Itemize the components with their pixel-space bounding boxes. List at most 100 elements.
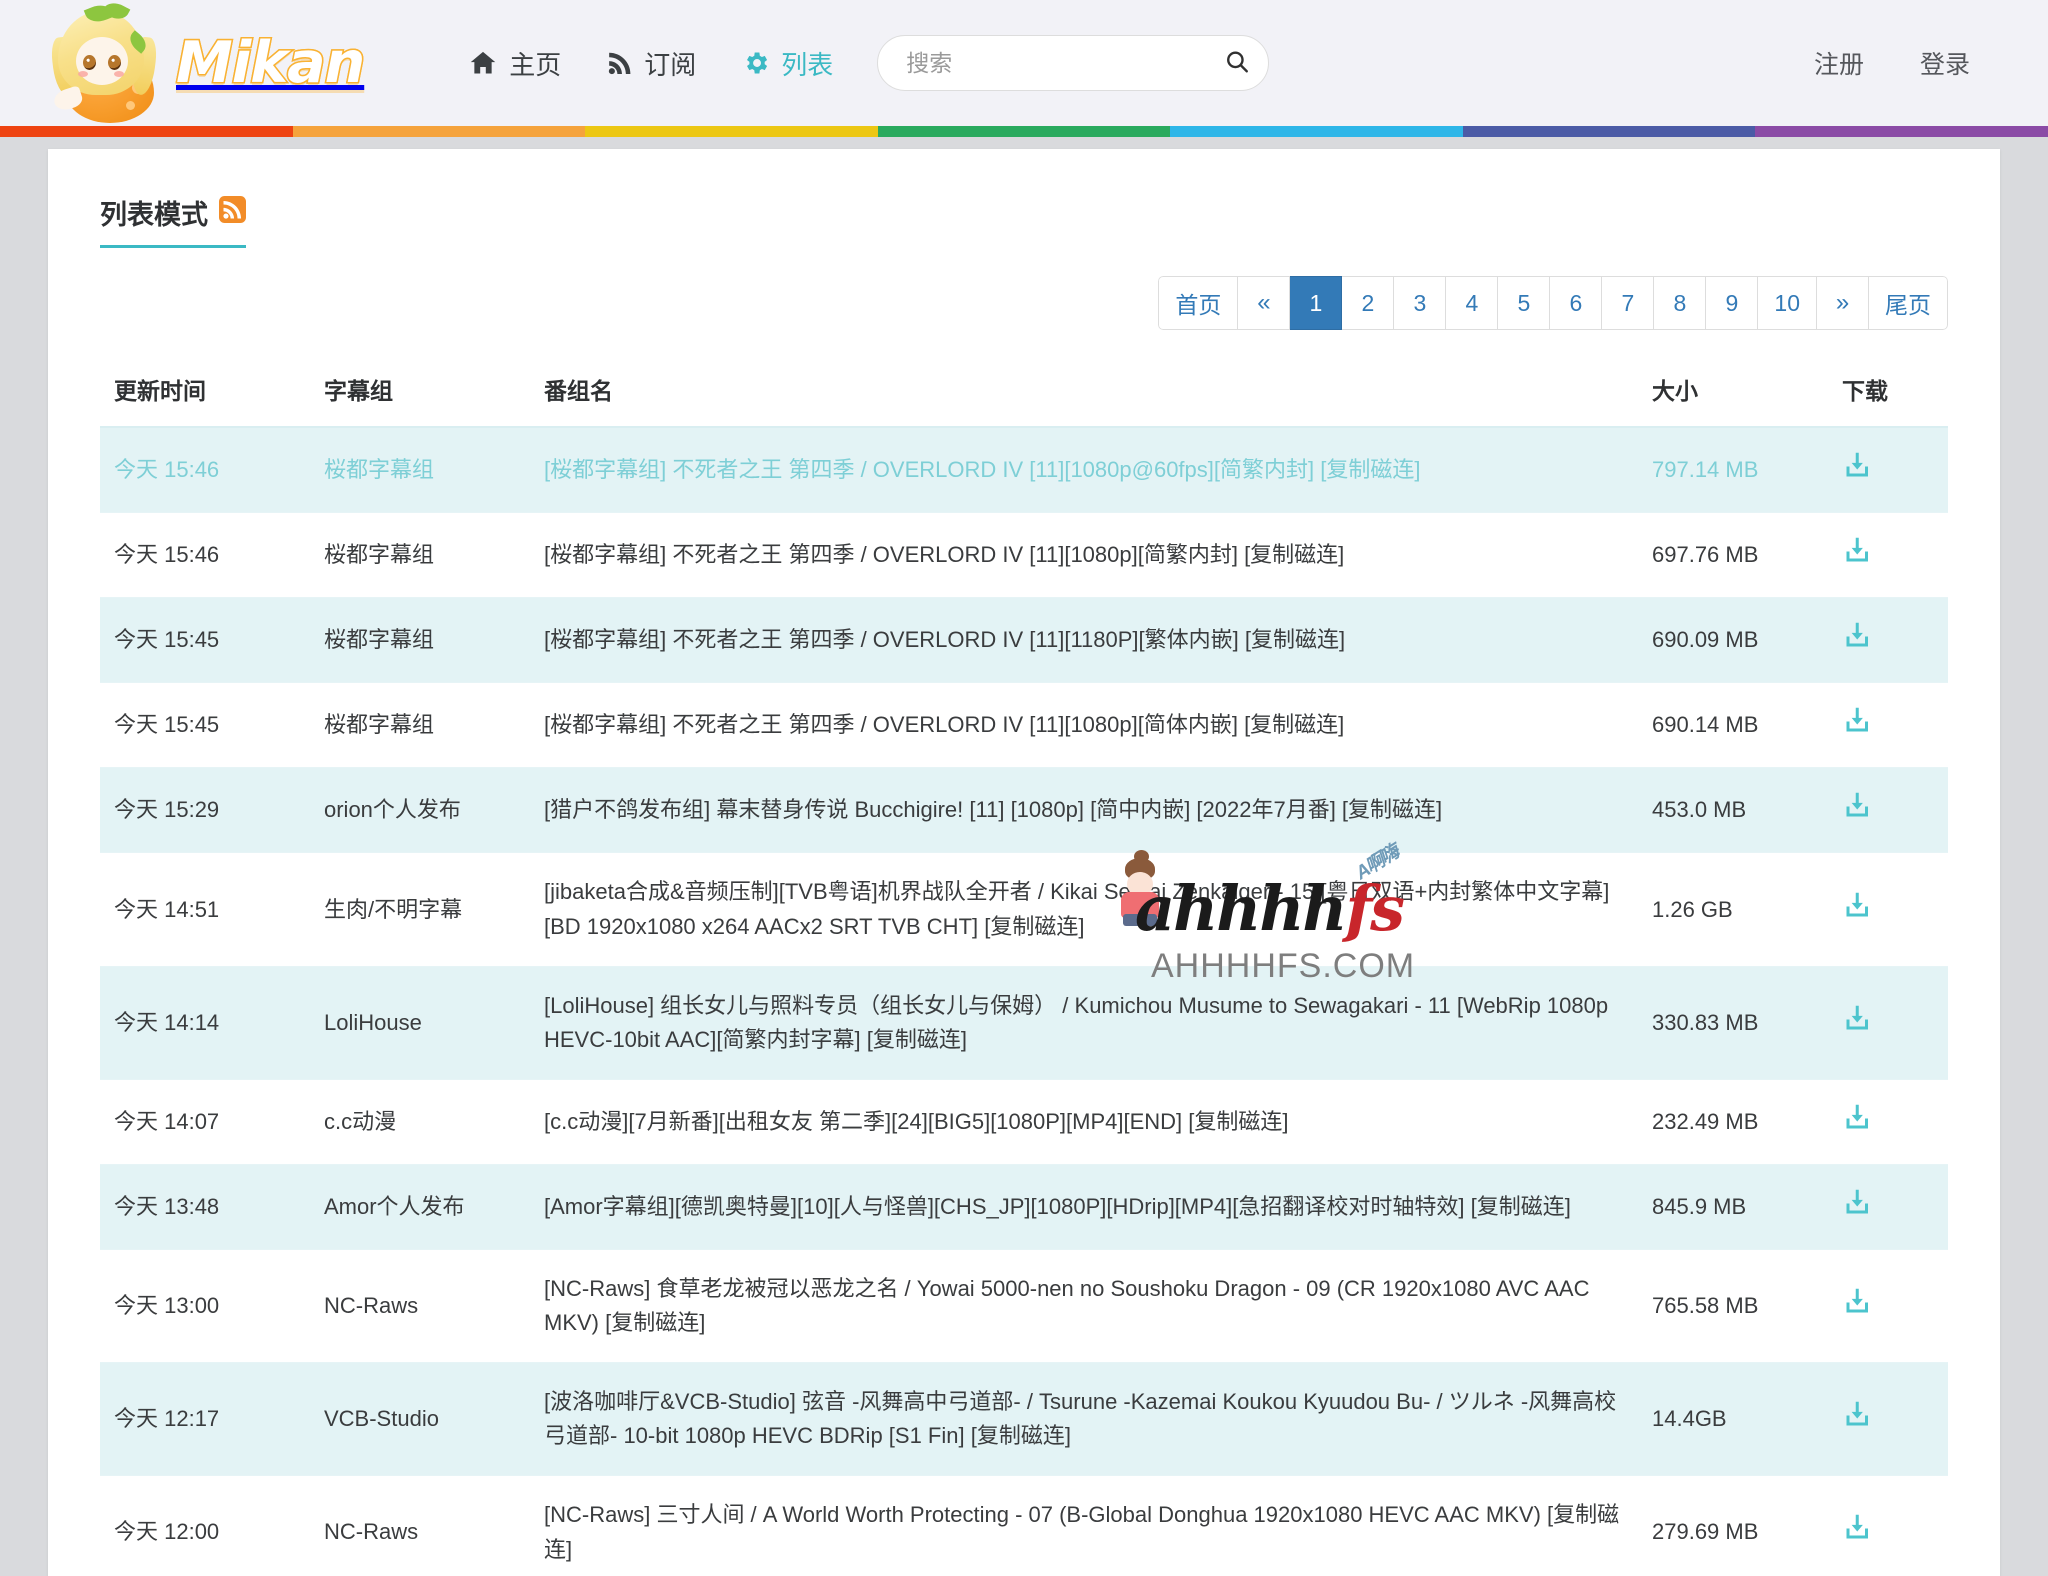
torrent-title-link[interactable]: [NC-Raws] 三寸人间 / A World Worth Protectin… bbox=[544, 1502, 1619, 1561]
page-title-text: 列表模式 bbox=[100, 200, 208, 230]
cell-download bbox=[1828, 966, 1948, 1080]
rainbow-segment-5 bbox=[1170, 126, 1463, 137]
cell-title: [桜都字幕组] 不死者之王 第四季 / OVERLORD IV [11][108… bbox=[530, 427, 1638, 514]
cell-title: [猎户不鸽发布组] 幕末替身传说 Bucchigire! [11] [1080p… bbox=[530, 767, 1638, 854]
nav-item-subscribe[interactable]: 订阅 bbox=[607, 45, 696, 82]
torrent-title-link[interactable]: [NC-Raws] 食草老龙被冠以恶龙之名 / Yowai 5000-nen n… bbox=[544, 1276, 1589, 1335]
download-icon[interactable] bbox=[1842, 705, 1872, 745]
pagination-prev[interactable]: « bbox=[1238, 276, 1291, 330]
pagination-page-5[interactable]: 5 bbox=[1498, 276, 1551, 330]
search-button[interactable] bbox=[1224, 49, 1250, 78]
rss-feed-icon[interactable] bbox=[219, 195, 246, 230]
torrent-title-link[interactable]: [桜都字幕组] 不死者之王 第四季 / OVERLORD IV [11][108… bbox=[544, 542, 1344, 567]
cell-subtitle-group: LoliHouse bbox=[310, 966, 530, 1080]
pagination-page-4[interactable]: 4 bbox=[1446, 276, 1499, 330]
download-icon[interactable] bbox=[1842, 1102, 1872, 1142]
cell-subtitle-group: 桜都字幕组 bbox=[310, 512, 530, 599]
torrent-title-link[interactable]: [桜都字幕组] 不死者之王 第四季 / OVERLORD IV [11][118… bbox=[544, 627, 1345, 652]
pagination-first[interactable]: 首页 bbox=[1158, 276, 1239, 330]
cell-update-time: 今天 15:45 bbox=[100, 682, 310, 769]
cell-size: 330.83 MB bbox=[1638, 966, 1828, 1080]
mikan-mascot-icon bbox=[40, 0, 168, 123]
cell-download bbox=[1828, 1079, 1948, 1165]
torrent-title-link[interactable]: [Amor字幕组][德凯奥特曼][10][人与怪兽][CHS_JP][1080P… bbox=[544, 1194, 1571, 1219]
cell-update-time: 今天 12:17 bbox=[100, 1362, 310, 1477]
table-head: 更新时间 字幕组 番组名 大小 下载 bbox=[100, 352, 1948, 428]
table-row[interactable]: 今天 15:29 orion个人发布 [猎户不鸽发布组] 幕末替身传说 Bucchi… bbox=[100, 767, 1948, 854]
table-row[interactable]: 今天 12:17 VCB-Studio [波洛咖啡厅&VCB-Studio] 弦音 … bbox=[100, 1362, 1948, 1477]
cell-title: [桜都字幕组] 不死者之王 第四季 / OVERLORD IV [11][118… bbox=[530, 597, 1638, 684]
cell-update-time: 今天 15:45 bbox=[100, 597, 310, 684]
page-body: 列表模式 首页 «1 2 3 4 5 6 7 8 9 10» 尾页 更新时间 字幕 bbox=[0, 137, 2048, 1576]
pagination-page-3[interactable]: 3 bbox=[1394, 276, 1447, 330]
nav-item-list[interactable]: 列表 bbox=[742, 45, 833, 82]
table-row[interactable]: 今天 14:07 c.c动漫 [c.c动漫][7月新番][出租女友 第二季][24]… bbox=[100, 1079, 1948, 1165]
pagination-page-6[interactable]: 6 bbox=[1550, 276, 1603, 330]
cell-title: [Amor字幕组][德凯奥特曼][10][人与怪兽][CHS_JP][1080P… bbox=[530, 1164, 1638, 1251]
cell-update-time: 今天 15:29 bbox=[100, 767, 310, 854]
site-logo-link[interactable]: Mikan bbox=[40, 0, 367, 126]
cell-subtitle-group: orion个人发布 bbox=[310, 767, 530, 854]
table-row[interactable]: 今天 15:46 桜都字幕组 [桜都字幕组] 不死者之王 第四季 / OVERLOR… bbox=[100, 512, 1948, 599]
cell-download bbox=[1828, 427, 1948, 514]
table-row[interactable]: 今天 14:14 LoliHouse [LoliHouse] 组长女儿与照料专员（组… bbox=[100, 966, 1948, 1080]
download-icon[interactable] bbox=[1842, 535, 1872, 575]
rainbow-segment-7 bbox=[1755, 126, 2048, 137]
pagination-page-2[interactable]: 2 bbox=[1342, 276, 1395, 330]
torrent-title-link[interactable]: [LoliHouse] 组长女儿与照料专员（组长女儿与保姆） / Kumicho… bbox=[544, 993, 1608, 1052]
download-icon[interactable] bbox=[1842, 1187, 1872, 1227]
cell-title: [LoliHouse] 组长女儿与照料专员（组长女儿与保姆） / Kumicho… bbox=[530, 966, 1638, 1080]
torrent-title-link[interactable]: [猎户不鸽发布组] 幕末替身传说 Bucchigire! [11] [1080p… bbox=[544, 797, 1442, 822]
pagination-next[interactable]: » bbox=[1817, 276, 1869, 330]
rainbow-segment-1 bbox=[0, 126, 293, 137]
pagination-page-9[interactable]: 9 bbox=[1706, 276, 1759, 330]
cell-subtitle-group: NC-Raws bbox=[310, 1249, 530, 1364]
home-icon bbox=[468, 49, 498, 77]
pagination-last[interactable]: 尾页 bbox=[1869, 276, 1948, 330]
nav-item-home[interactable]: 主页 bbox=[468, 45, 561, 82]
cell-size: 453.0 MB bbox=[1638, 767, 1828, 854]
torrent-title-link[interactable]: [c.c动漫][7月新番][出租女友 第二季][24][BIG5][1080P]… bbox=[544, 1109, 1289, 1134]
table-row[interactable]: 今天 15:45 桜都字幕组 [桜都字幕组] 不死者之王 第四季 / OVERLOR… bbox=[100, 682, 1948, 769]
table-row[interactable]: 今天 13:48 Amor个人发布 [Amor字幕组][德凯奥特曼][10][人与怪… bbox=[100, 1164, 1948, 1251]
torrent-title-link[interactable]: [桜都字幕组] 不死者之王 第四季 / OVERLORD IV [11][108… bbox=[544, 457, 1420, 482]
download-icon[interactable] bbox=[1842, 450, 1872, 490]
register-link[interactable]: 注册 bbox=[1814, 45, 1864, 81]
download-icon[interactable] bbox=[1842, 1003, 1872, 1043]
content-card: 列表模式 首页 «1 2 3 4 5 6 7 8 9 10» 尾页 更新时间 字幕 bbox=[48, 149, 2000, 1576]
pagination-page-7[interactable]: 7 bbox=[1602, 276, 1655, 330]
login-link[interactable]: 登录 bbox=[1920, 45, 1970, 81]
table-header-row: 更新时间 字幕组 番组名 大小 下载 bbox=[100, 352, 1948, 428]
table-row[interactable]: 今天 13:00 NC-Raws [NC-Raws] 食草老龙被冠以恶龙之名 / Y… bbox=[100, 1249, 1948, 1364]
table-row[interactable]: 今天 15:45 桜都字幕组 [桜都字幕组] 不死者之王 第四季 / OVERLOR… bbox=[100, 597, 1948, 684]
download-icon[interactable] bbox=[1842, 620, 1872, 660]
search-input[interactable] bbox=[878, 36, 1269, 90]
pagination-page-8[interactable]: 8 bbox=[1654, 276, 1707, 330]
pagination-page-10[interactable]: 10 bbox=[1758, 276, 1817, 330]
auth-links: 注册 登录 bbox=[1814, 45, 2048, 81]
pagination-row: 首页 «1 2 3 4 5 6 7 8 9 10» 尾页 bbox=[100, 276, 1948, 330]
cell-title: [桜都字幕组] 不死者之王 第四季 / OVERLORD IV [11][108… bbox=[530, 512, 1638, 599]
rainbow-divider bbox=[0, 126, 2048, 137]
cell-size: 765.58 MB bbox=[1638, 1249, 1828, 1364]
pagination-page-1[interactable]: 1 bbox=[1290, 276, 1343, 330]
download-icon[interactable] bbox=[1842, 790, 1872, 830]
download-icon[interactable] bbox=[1842, 1399, 1872, 1439]
table-row[interactable]: 今天 15:46 桜都字幕组 [桜都字幕组] 不死者之王 第四季 / OVERLOR… bbox=[100, 427, 1948, 514]
download-icon[interactable] bbox=[1842, 1286, 1872, 1326]
torrent-table: 更新时间 字幕组 番组名 大小 下载 今天 15:46 桜都字幕组 [桜都字幕组] … bbox=[100, 352, 1948, 1576]
cell-subtitle-group: Amor个人发布 bbox=[310, 1164, 530, 1251]
section-header: 列表模式 bbox=[100, 193, 246, 248]
col-header-group: 字幕组 bbox=[310, 352, 530, 428]
torrent-title-link[interactable]: [桜都字幕组] 不死者之王 第四季 / OVERLORD IV [11][108… bbox=[544, 712, 1344, 737]
search-box[interactable] bbox=[877, 35, 1270, 91]
table-row[interactable]: 今天 14:51 生肉/不明字幕 [jibaketa合成&音频压制][TVB粤语]机… bbox=[100, 852, 1948, 967]
table-row[interactable]: 今天 12:00 NC-Raws [NC-Raws] 三寸人间 / A World … bbox=[100, 1475, 1948, 1576]
col-header-download: 下载 bbox=[1828, 352, 1948, 428]
torrent-title-link[interactable]: [jibaketa合成&音频压制][TVB粤语]机界战队全开者 / Kikai … bbox=[544, 879, 1609, 938]
download-icon[interactable] bbox=[1842, 1512, 1872, 1552]
download-icon[interactable] bbox=[1842, 890, 1872, 930]
cell-download bbox=[1828, 597, 1948, 684]
torrent-title-link[interactable]: [波洛咖啡厅&VCB-Studio] 弦音 -风舞高中弓道部- / Tsurun… bbox=[544, 1389, 1616, 1448]
cell-subtitle-group: 桜都字幕组 bbox=[310, 427, 530, 514]
